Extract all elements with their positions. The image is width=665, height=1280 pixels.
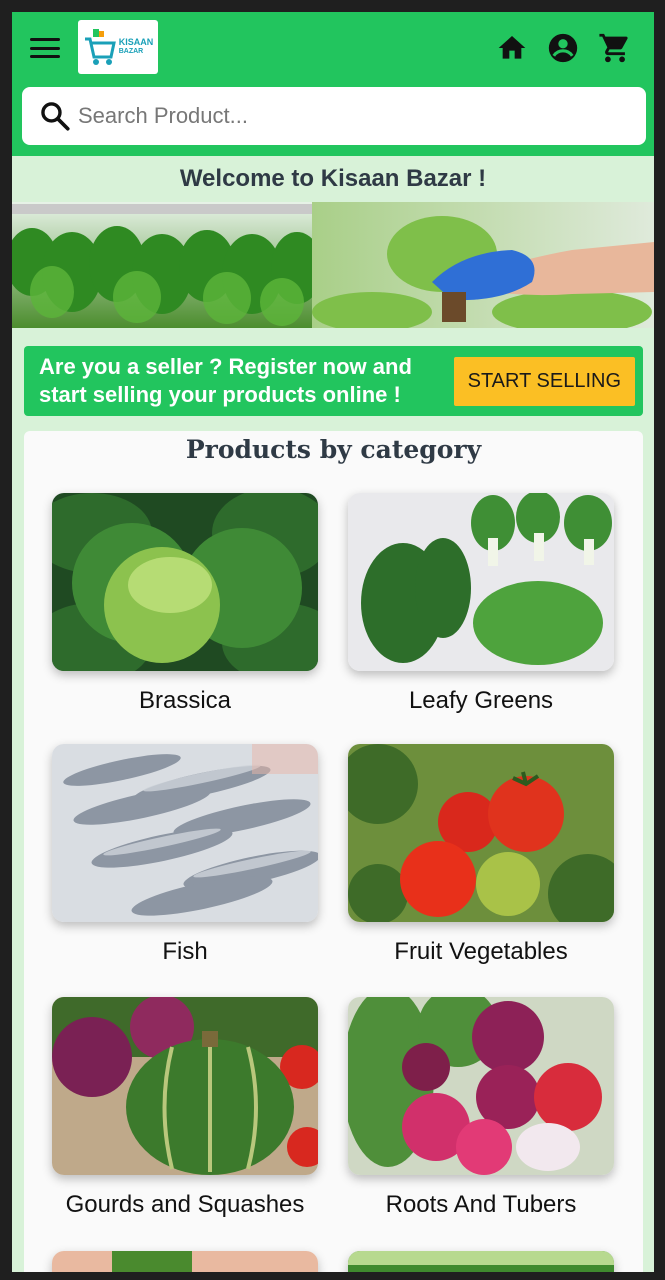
category-label: Fruit Vegetables xyxy=(394,938,568,965)
logo-wordmark: KISAAN BAZAR xyxy=(119,38,154,56)
category-brassica[interactable]: Brassica xyxy=(52,493,318,715)
account-icon[interactable] xyxy=(545,30,581,66)
fish-image xyxy=(52,744,318,922)
category-label: Fish xyxy=(162,938,208,965)
device-frame: KISAAN BAZAR Welcome to Kisaan Bazar ! xyxy=(0,0,665,1280)
app-logo[interactable]: KISAAN BAZAR xyxy=(78,20,158,74)
category-fruit-vegetables[interactable]: Fruit Vegetables xyxy=(348,744,614,966)
start-selling-button[interactable]: START SELLING xyxy=(453,356,635,406)
gourds-and-squashes-image xyxy=(52,997,318,1175)
categories-section: Products by category Brassica Leafy Gree… xyxy=(24,431,643,1272)
cart-icon[interactable] xyxy=(597,30,633,66)
logo-line-1: KISAAN xyxy=(118,37,154,47)
app-screen: KISAAN BAZAR Welcome to Kisaan Bazar ! xyxy=(12,12,654,1272)
search-input[interactable] xyxy=(78,103,618,129)
brassica-image xyxy=(52,493,318,671)
logo-line-2: BAZAR xyxy=(118,48,144,55)
category-partial-left[interactable] xyxy=(52,1251,318,1272)
welcome-heading: Welcome to Kisaan Bazar ! xyxy=(179,165,487,192)
seller-cta-banner: Are you a seller ? Register now and star… xyxy=(24,346,643,416)
home-icon[interactable] xyxy=(494,30,530,66)
category-gourds-and-squashes[interactable]: Gourds and Squashes xyxy=(52,997,318,1219)
category-partial-right[interactable] xyxy=(348,1251,614,1272)
category-roots-and-tubers[interactable]: Roots And Tubers xyxy=(348,997,614,1219)
category-label: Brassica xyxy=(138,687,232,714)
category-label: Gourds and Squashes xyxy=(65,1191,305,1218)
cart-logo-icon xyxy=(84,29,116,65)
search-bar[interactable] xyxy=(22,87,646,145)
app-header: KISAAN BAZAR xyxy=(12,12,654,156)
category-label: Leafy Greens xyxy=(408,687,554,714)
hero-banner-image xyxy=(12,202,654,328)
roots-and-tubers-image xyxy=(348,997,614,1175)
fruit-vegetables-image xyxy=(348,744,614,922)
seller-cta-text: Are you a seller ? Register now and star… xyxy=(39,354,412,407)
leafy-greens-image xyxy=(348,493,614,671)
partial-category-image xyxy=(52,1251,318,1272)
category-leafy-greens[interactable]: Leafy Greens xyxy=(348,493,614,715)
menu-icon[interactable] xyxy=(28,34,62,62)
category-label: Roots And Tubers xyxy=(385,1191,577,1218)
search-icon xyxy=(41,102,70,131)
partial-category-image xyxy=(348,1251,614,1272)
category-fish[interactable]: Fish xyxy=(52,744,318,966)
categories-title: Products by category xyxy=(185,435,482,464)
